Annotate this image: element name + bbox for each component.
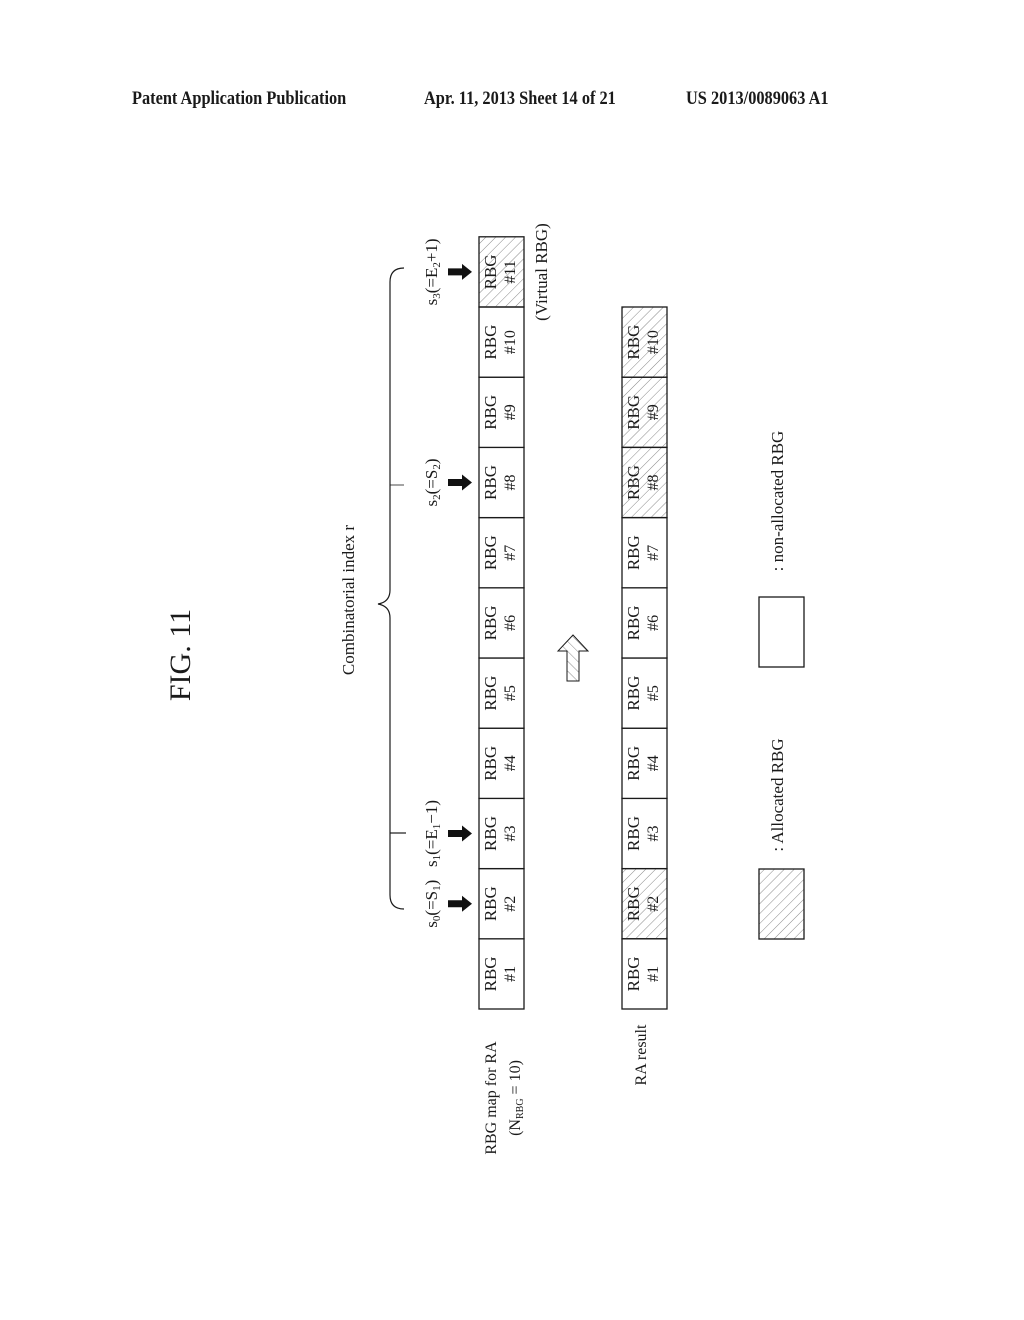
result-arrow-icon [556,634,590,682]
rbg-number: #8 [645,475,662,491]
ra-result-cell-4: RBG #4 [621,727,668,800]
pointer-label: s2(=S2) [422,459,443,507]
ra-result-cell-8: RBG #8 [621,446,668,519]
rbg-number: #2 [502,896,519,912]
rbg-title: RBG [481,535,500,570]
ra-result-row: RBG #1RBG #2RBG #3RBG #4RBG #5RBG #6RBG #7RBG #8… [621,306,668,1010]
rbg-title: RBG [624,395,643,430]
rbg-title: RBG [481,886,500,921]
rbg-map-cell-7: RBG #7 [478,516,525,589]
ra-result-cell-10: RBG #10 [621,306,668,378]
rbg-number: #8 [502,475,519,491]
rbg-number: #4 [502,755,519,771]
nrbg-label: (NRBG = 10) [507,1060,526,1136]
rbg-number: #9 [645,404,662,420]
arrow-right-icon [448,263,472,280]
rbg-map-cell-5: RBG #5 [478,657,525,729]
figure-11: FIG. 11 Combinatorial index r s0(=S1) s1(… [164,223,805,1155]
rbg-title: RBG [481,605,500,640]
rbg-map-cell-9: RBG #9 [478,376,525,449]
rbg-number: #6 [502,615,519,631]
rbg-title: RBG [624,816,643,851]
rbg-title: RBG [624,676,643,711]
pointer-label: s1(=E1−1) [422,800,443,867]
rbg-map-cell-4: RBG #4 [478,727,525,800]
ra-result-cell-6: RBG #6 [621,587,668,659]
figure-title: FIG. 11 [164,609,197,701]
rbg-title: RBG [624,535,643,570]
rbg-title: RBG [481,254,500,289]
rbg-map-cell-2: RBG #2 [478,867,525,940]
ra-result-cell-1: RBG #1 [621,938,668,1010]
rbg-map-row: RBG #1RBG #2RBG #3RBG #4RBG #5RBG #6RBG #7RBG #8… [478,236,525,1010]
rbg-map-cell-1: RBG #1 [478,938,525,1010]
rbg-number: #7 [645,545,662,561]
ra-result-cell-2: RBG #2 [621,867,668,940]
pointer-s1: s1(=E1−1) [422,800,472,867]
legend-non-allocated-swatch [758,596,805,668]
arrow-right-icon [448,895,472,912]
ra-result-cell-5: RBG #5 [621,657,668,729]
virtual-rbg-label: (Virtual RBG) [532,223,551,321]
legend: : Allocated RBG : non-allocated RBG [758,431,805,940]
rbg-title: RBG [624,886,643,921]
rbg-number: #6 [645,615,662,631]
rbg-title: RBG [481,746,500,781]
legend-allocated-label: : Allocated RBG [768,738,787,851]
rbg-title: RBG [624,746,643,781]
brace-label: Combinatorial index r [339,525,358,675]
rbg-title: RBG [481,395,500,430]
rbg-title: RBG [481,956,500,991]
rbg-map-label: RBG map for RA [483,1041,500,1155]
rbg-number: #1 [645,966,662,982]
rbg-title: RBG [481,676,500,711]
rbg-number: #5 [645,685,662,701]
legend-allocated-swatch [758,868,805,940]
rbg-title: RBG [481,465,500,500]
rbg-title: RBG [481,325,500,360]
pointer-label: s3(=E2+1) [422,238,443,305]
pointer-label: s0(=S1) [422,880,443,928]
pointer-s0: s0(=S1) [422,880,472,928]
pointer-group: s0(=S1) s1(=E1−1) s2(=S2) s3(=E2+1) [422,238,472,928]
legend-non-allocated-label: : non-allocated RBG [768,431,787,572]
rbg-number: #2 [645,896,662,912]
arrow-right-icon [448,825,472,842]
ra-result-cell-7: RBG #7 [621,516,668,589]
rbg-number: #1 [502,966,519,982]
pointer-s2: s2(=S2) [422,459,472,507]
rbg-map-cell-3: RBG #3 [478,797,525,870]
ra-result-cell-9: RBG #9 [621,376,668,449]
rbg-number: #10 [645,330,662,354]
rbg-number: #3 [502,826,519,842]
rbg-map-cell-8: RBG #8 [478,446,525,519]
rbg-title: RBG [624,325,643,360]
arrow-right-icon [448,474,472,491]
rbg-number: #11 [502,260,519,283]
ra-result-label: RA result [633,1024,650,1085]
rbg-map-cell-10: RBG #10 [478,306,525,378]
rbg-map-cell-11: RBG #11 [478,236,525,308]
rbg-title: RBG [624,605,643,640]
rbg-title: RBG [624,465,643,500]
rbg-number: #10 [502,330,519,354]
pointer-s3: s3(=E2+1) [422,238,472,305]
rbg-number: #7 [502,545,519,561]
rbg-title: RBG [481,816,500,851]
rbg-number: #3 [645,826,662,842]
rbg-map-cell-6: RBG #6 [478,587,525,659]
rbg-title: RBG [624,956,643,991]
combinatorial-brace [377,267,406,910]
rbg-number: #4 [645,755,662,771]
rbg-number: #5 [502,685,519,701]
rbg-number: #9 [502,404,519,420]
ra-result-cell-3: RBG #3 [621,797,668,870]
